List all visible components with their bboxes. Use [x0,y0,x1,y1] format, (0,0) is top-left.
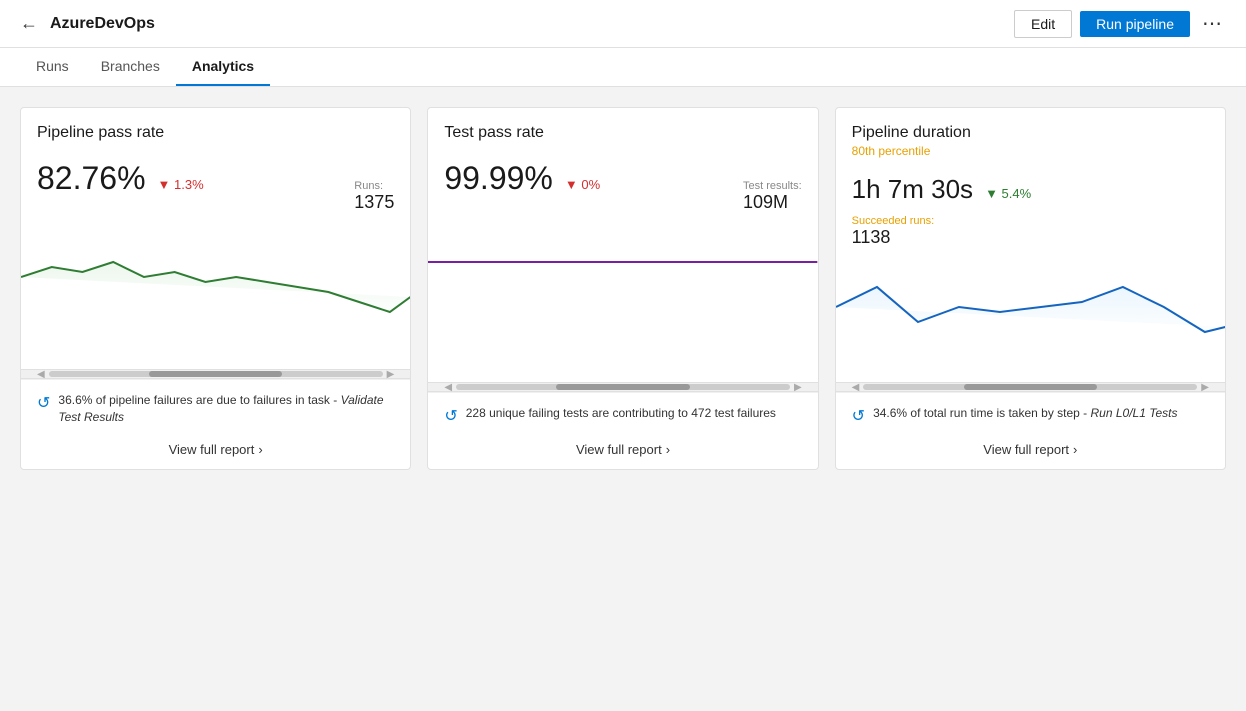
back-icon: ← [20,13,38,34]
scrollbar-track-3 [863,384,1197,390]
view-report-2[interactable]: View full report › [444,436,801,457]
pipeline-duration-card: Pipeline duration 80th percentile 1h 7m … [835,107,1226,470]
back-button[interactable]: ← [20,13,38,34]
card-stats-1: 82.76% ▼ 1.3% Runs: 1375 [21,152,410,217]
card-title-1: Pipeline pass rate [37,124,394,142]
card-header-3: Pipeline duration 80th percentile [836,108,1225,166]
card-footer-2: ↺ 228 unique failing tests are contribut… [428,392,817,469]
scroll-right-3[interactable]: ▶ [1201,382,1209,393]
card-header-1: Pipeline pass rate [21,108,410,152]
card-header-2: Test pass rate [428,108,817,152]
card-subtitle-3: 80th percentile [852,144,1209,158]
scrollbar-thumb-3 [964,384,1098,390]
card-stats-2: 99.99% ▼ 0% Test results: 109M [428,152,817,217]
main-content: Pipeline pass rate 82.76% ▼ 1.3% Runs: 1… [0,87,1246,490]
header: ← AzureDevOps Edit Run pipeline ⋯ [0,0,1246,48]
tab-branches[interactable]: Branches [85,48,176,86]
scrollbar-3[interactable]: ◀ ▶ [836,382,1225,392]
scrollbar-2[interactable]: ◀ ▶ [428,382,817,392]
secondary-stat-1: Runs: 1375 [354,180,394,213]
run-pipeline-button[interactable]: Run pipeline [1080,11,1190,37]
insight-1: ↺ 36.6% of pipeline failures are due to … [37,392,394,426]
secondary-value-2: 109M [743,192,802,213]
scroll-left-2[interactable]: ◀ [444,382,452,393]
main-stat-3: 1h 7m 30s [852,174,973,205]
chart-2 [428,217,817,382]
tabs-bar: Runs Branches Analytics [0,48,1246,87]
scrollbar-1[interactable]: ◀ ▶ [21,369,410,379]
more-options-button[interactable]: ⋯ [1198,11,1226,36]
change-badge-1: ▼ 1.3% [158,177,204,192]
edit-button[interactable]: Edit [1014,10,1072,38]
scrollbar-track-2 [456,384,790,390]
scroll-right-2[interactable]: ▶ [794,382,802,393]
view-report-1[interactable]: View full report › [37,436,394,457]
scroll-left-1[interactable]: ◀ [37,369,45,380]
header-right: Edit Run pipeline ⋯ [1014,10,1226,38]
main-stat-1: 82.76% [37,160,146,197]
secondary-value-1: 1375 [354,192,394,213]
insight-text-1: 36.6% of pipeline failures are due to fa… [58,392,394,426]
change-badge-3: ▼ 5.4% [985,186,1031,201]
view-report-3[interactable]: View full report › [852,436,1209,457]
chart-1 [21,217,410,369]
scroll-right-1[interactable]: ▶ [387,369,395,380]
header-left: ← AzureDevOps [20,13,155,34]
scrollbar-thumb-1 [149,371,283,377]
chart-3 [836,252,1225,382]
scroll-left-3[interactable]: ◀ [852,382,860,393]
insight-text-3: 34.6% of total run time is taken by step… [873,405,1177,422]
pipeline-pass-rate-card: Pipeline pass rate 82.76% ▼ 1.3% Runs: 1… [20,107,411,470]
tab-analytics[interactable]: Analytics [176,48,270,86]
card-stats-3: 1h 7m 30s ▼ 5.4% [836,166,1225,209]
insight-icon-1: ↺ [37,393,50,413]
secondary-label-3: Succeeded runs: [852,215,935,227]
secondary-label-1: Runs: [354,180,394,192]
card-footer-3: ↺ 34.6% of total run time is taken by st… [836,392,1225,469]
insight-icon-3: ↺ [852,406,865,426]
change-badge-2: ▼ 0% [565,177,600,192]
card-title-2: Test pass rate [444,124,801,142]
insight-text-2: 228 unique failing tests are contributin… [466,405,776,422]
secondary-value-3: 1138 [852,227,891,247]
secondary-stat-2: Test results: 109M [743,180,802,213]
secondary-stat-3-block: Succeeded runs: 1138 [836,209,1225,252]
scrollbar-track-1 [49,371,383,377]
insight-2: ↺ 228 unique failing tests are contribut… [444,405,801,426]
app-title: AzureDevOps [50,15,155,33]
test-pass-rate-card: Test pass rate 99.99% ▼ 0% Test results:… [427,107,818,470]
tab-runs[interactable]: Runs [20,48,85,86]
secondary-label-2: Test results: [743,180,802,192]
card-title-3: Pipeline duration [852,124,1209,142]
main-stat-2: 99.99% [444,160,553,197]
card-footer-1: ↺ 36.6% of pipeline failures are due to … [21,379,410,469]
insight-3: ↺ 34.6% of total run time is taken by st… [852,405,1209,426]
scrollbar-thumb-2 [556,384,690,390]
insight-icon-2: ↺ [444,406,457,426]
